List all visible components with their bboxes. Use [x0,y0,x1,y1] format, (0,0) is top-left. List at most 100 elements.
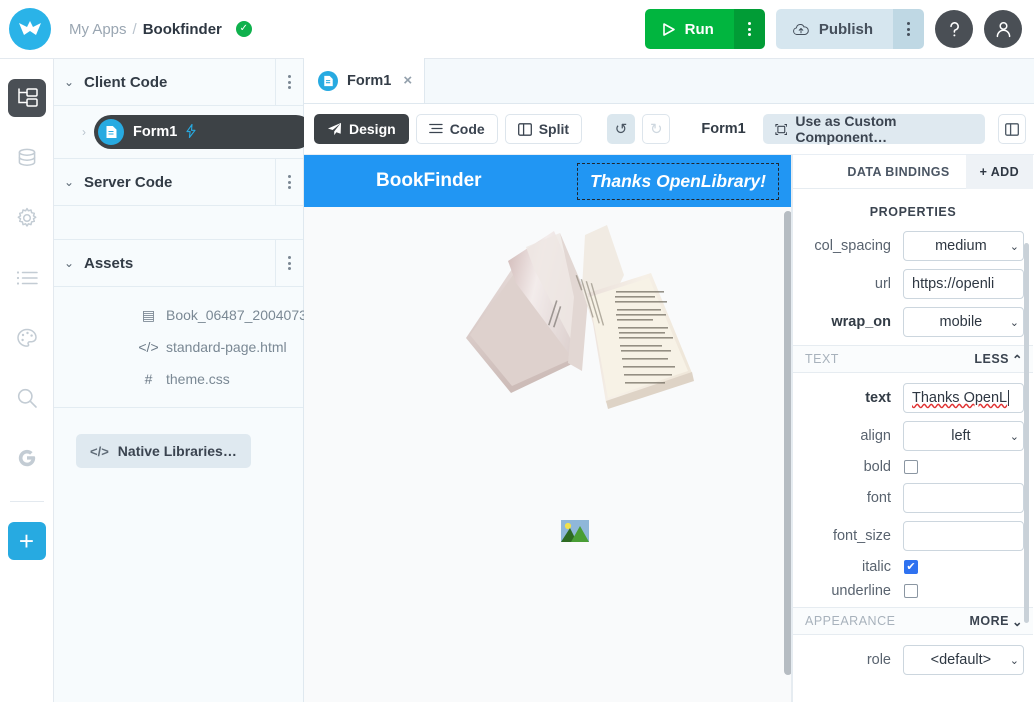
toggle-properties-panel-button[interactable] [998,114,1026,144]
tab-design[interactable]: Design [314,114,409,144]
status-badge-saved: ✓ [236,21,252,37]
sidebar-section-label: Client Code [84,74,167,91]
breadcrumb-separator: / [133,21,137,38]
rail-item-search[interactable] [8,379,46,417]
bold-checkbox[interactable] [904,460,918,474]
native-libraries-button[interactable]: </> Native Libraries… [76,434,251,468]
publish-button-label: Publish [819,21,873,38]
property-row-font: font [793,483,1033,513]
text-input[interactable]: Thanks OpenL [903,383,1024,413]
align-select[interactable]: left ⌄ [903,421,1024,451]
paper-plane-icon [327,122,342,136]
rail-item-theme[interactable] [8,319,46,357]
appearance-section-toggle[interactable]: MORE ⌄ [970,614,1023,629]
form1-pill[interactable]: Form1 [94,115,313,149]
anvil-logo-icon[interactable] [9,8,51,50]
editor-tabbar: Form1 × [304,59,1034,104]
chevron-right-icon[interactable]: › [82,125,86,139]
italic-checkbox[interactable]: ✔ [904,560,918,574]
use-as-custom-component-label: Use as Custom Component… [795,113,972,145]
redo-button: ↻ [642,114,670,144]
tab-label: Form1 [347,73,391,89]
publish-button[interactable]: Publish [776,9,893,49]
text-section-toggle[interactable]: LESS ⌃ [974,352,1023,367]
editor-form-name: Form1 [701,121,745,137]
asset-item-html[interactable]: </> standard-page.html [54,331,303,363]
rail-item-data-tables[interactable] [8,139,46,177]
asset-item-image[interactable]: ▤ Book_06487_2004073… [54,299,303,331]
breadcrumb-my-apps[interactable]: My Apps [69,21,127,38]
property-row-url: url https://openli [793,269,1033,299]
font-size-input[interactable] [903,521,1024,551]
property-row-underline: underline [793,583,1033,599]
wrap-on-value: mobile [912,314,1010,330]
use-as-custom-component-button[interactable]: Use as Custom Component… [763,114,985,144]
property-label: underline [793,583,903,599]
tab-form1[interactable]: Form1 × [304,58,425,103]
tab-split[interactable]: Split [505,114,582,144]
underline-checkbox[interactable] [904,584,918,598]
sidebar-section-assets[interactable]: ⌄ Assets [54,240,303,287]
chevron-down-icon[interactable]: ⌄ [54,175,84,189]
publish-options-button[interactable] [893,9,924,49]
thanks-label-selected[interactable]: Thanks OpenLibrary! [577,163,779,200]
form1-label: Form1 [133,124,177,140]
database-icon [16,148,38,168]
property-label: wrap_on [793,314,903,330]
font-input[interactable] [903,483,1024,513]
rail-item-google-services[interactable] [8,439,46,477]
breadcrumb-app-name[interactable]: Bookfinder [143,21,222,38]
chevron-down-icon: ⌄ [1012,614,1023,629]
check-glyph: ✔ [906,562,915,573]
asset-item-css[interactable]: # theme.css [54,363,303,395]
thanks-label-text: Thanks OpenLibrary! [590,171,766,192]
top-bar: My Apps / Bookfinder ✓ Run [0,0,1034,59]
property-row-role: role <default> ⌄ [793,645,1033,675]
chevron-down-icon[interactable]: ⌄ [54,256,84,270]
image-placeholder-icon[interactable] [561,517,589,545]
chevron-down-icon[interactable]: ⌄ [54,75,84,89]
col-spacing-select[interactable]: medium ⌄ [903,231,1024,261]
properties-vertical-scrollbar[interactable] [1024,243,1029,623]
assets-menu-button[interactable] [275,240,303,286]
rail-item-app-browser[interactable] [8,79,46,117]
properties-panel: DATA BINDINGS + ADD PROPERTIES col_spaci… [792,155,1033,702]
open-book-photo[interactable] [456,213,706,438]
tab-code-label: Code [450,121,485,137]
run-options-button[interactable] [734,9,765,49]
sidebar-section-client-code[interactable]: ⌄ Client Code [54,59,303,106]
chevron-down-icon: ⌄ [1010,240,1019,253]
client-code-menu-button[interactable] [275,59,303,105]
code-file-icon: </> [142,339,155,355]
run-button[interactable]: Run [645,9,734,49]
help-button[interactable] [935,10,973,48]
wrap-on-select[interactable]: mobile ⌄ [903,307,1024,337]
chevron-up-icon: ⌃ [1012,352,1023,367]
file-tree-icon [16,88,38,108]
kebab-icon [288,256,291,270]
url-input[interactable]: https://openli [903,269,1024,299]
tab-code[interactable]: Code [416,114,498,144]
role-select[interactable]: <default> ⌄ [903,645,1024,675]
kebab-icon [907,22,910,36]
add-component-button[interactable]: + [8,522,46,560]
property-row-wrap-on: wrap_on mobile ⌄ [793,307,1033,337]
app-header-bar[interactable]: BookFinder Thanks OpenLibrary! [304,155,791,207]
rail-divider [10,501,44,502]
native-libraries-wrap: </> Native Libraries… [54,408,303,468]
canvas-vertical-scrollbar[interactable] [784,211,792,675]
close-icon[interactable]: × [403,72,412,89]
tab-split-label: Split [539,121,569,137]
rail-item-dependencies[interactable] [8,259,46,297]
kebab-icon [748,22,751,36]
undo-button[interactable]: ↺ [607,114,635,144]
rail-item-app-settings[interactable] [8,199,46,237]
design-canvas[interactable]: BookFinder Thanks OpenLibrary! [304,155,792,702]
server-code-menu-button[interactable] [275,159,303,205]
account-button[interactable] [984,10,1022,48]
sidebar-item-form1[interactable]: › Form1 [54,106,303,158]
add-data-binding-button[interactable]: + ADD [966,155,1033,189]
question-mark-icon [946,20,963,39]
sidebar-section-server-code[interactable]: ⌄ Server Code [54,159,303,206]
property-label: font_size [793,528,903,544]
